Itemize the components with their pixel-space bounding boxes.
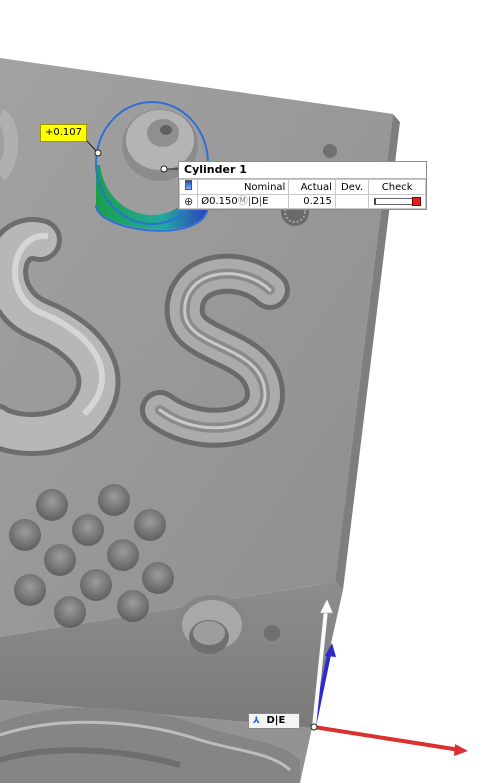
datum-1: D bbox=[251, 196, 259, 207]
table-row[interactable]: ⊕ Ø0.150Ⓜ|D|E 0.215 bbox=[178, 194, 426, 209]
deviation-value-cell bbox=[334, 194, 370, 209]
col-actual: Actual bbox=[288, 179, 336, 195]
check-cell bbox=[368, 194, 426, 209]
origin-point[interactable] bbox=[310, 723, 318, 731]
inspection-panel[interactable]: Cylinder 1 Nominal Actual Dev. Check ⊕ Ø… bbox=[178, 161, 427, 210]
coordinate-system-icon: ⅄ bbox=[253, 716, 260, 726]
scale-icon bbox=[185, 180, 193, 190]
3d-viewport[interactable] bbox=[0, 0, 494, 783]
modifier-icon: Ⓜ bbox=[237, 196, 248, 207]
datum-2: E bbox=[262, 196, 269, 207]
callout-anchor[interactable] bbox=[94, 149, 102, 157]
panel-anchor[interactable] bbox=[160, 165, 168, 173]
col-deviation: Dev. bbox=[334, 179, 370, 195]
panel-title: Cylinder 1 bbox=[179, 162, 426, 179]
x-axis-arrow bbox=[454, 744, 468, 756]
col-nominal: Nominal bbox=[197, 179, 290, 195]
x-axis bbox=[313, 725, 461, 752]
position-tolerance-icon: ⊕ bbox=[178, 194, 199, 209]
deviation-callout[interactable]: +0.107 bbox=[40, 124, 88, 142]
small-hole bbox=[323, 144, 337, 158]
deviation-value: +0.107 bbox=[45, 127, 83, 138]
coordinate-system-tag[interactable]: ⅄ D|E bbox=[248, 713, 300, 729]
nominal-value: Ø0.150 bbox=[201, 196, 238, 207]
actual-value: 0.215 bbox=[288, 194, 336, 209]
header-row: Nominal Actual Dev. Check bbox=[178, 179, 426, 195]
scale-icon-cell bbox=[178, 179, 199, 195]
coordinate-system-label: D|E bbox=[266, 715, 286, 726]
inspection-table: Nominal Actual Dev. Check ⊕ Ø0.150Ⓜ|D|E … bbox=[178, 179, 426, 209]
nominal-cell: Ø0.150Ⓜ|D|E bbox=[197, 194, 290, 209]
check-marker bbox=[412, 197, 421, 206]
check-bar bbox=[374, 197, 421, 206]
col-check: Check bbox=[368, 179, 426, 195]
